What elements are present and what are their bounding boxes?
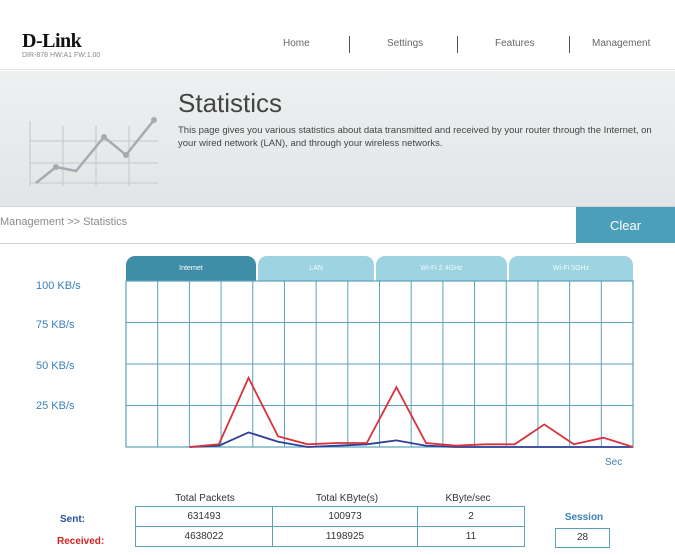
stats-table: 631493 100973 2 4638022 1198925 11	[135, 506, 525, 547]
received-rate: 11	[417, 526, 525, 547]
received-packets: 4638022	[135, 526, 273, 547]
traffic-graph	[125, 280, 634, 448]
sent-rate: 2	[417, 506, 525, 527]
sent-packets: 631493	[135, 506, 273, 527]
x-axis-unit: Sec	[605, 457, 623, 468]
sent-kbytes: 100973	[272, 506, 418, 527]
col-kbyte-sec: KByte/sec	[445, 493, 491, 504]
col-total-packets: Total Packets	[175, 493, 235, 504]
received-row: 4638022 1198925 11	[135, 526, 525, 547]
session-label: Session	[564, 512, 604, 523]
sent-label: Sent:	[60, 514, 85, 525]
col-total-kbytes: Total KByte(s)	[315, 493, 379, 504]
received-kbytes: 1198925	[272, 526, 418, 547]
sent-row: 631493 100973 2	[135, 506, 525, 527]
received-label: Received:	[57, 536, 105, 547]
session-value: 28	[555, 528, 610, 548]
